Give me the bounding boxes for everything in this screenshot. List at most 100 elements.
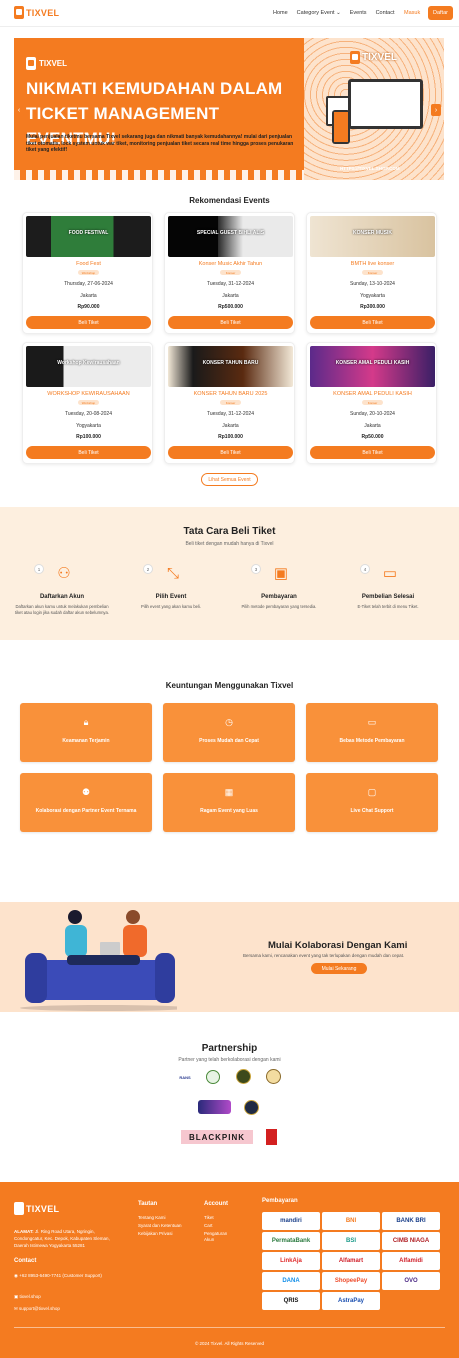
copyright: © 2024 Tixvel. All Rights Reserved [194, 1341, 265, 1346]
benefit-card: ▦ Ragam Event yang Luas [163, 773, 295, 832]
footer-link-terms[interactable]: Syarat dan Ketentuan [138, 1223, 182, 1228]
user-plus-icon: ⚇ [57, 565, 71, 582]
footer: TIXVEL ALAMAT: Jl. Ring Road Utara, Ngri… [0, 1182, 459, 1358]
partnership-title: Partnership [201, 1043, 258, 1054]
footer-link-settings[interactable]: Pengaturan Akun [204, 1231, 234, 1243]
footer-divider [14, 1327, 445, 1328]
footer-brand: TIXVEL [14, 1202, 59, 1215]
buy-ticket-button[interactable]: Beli Tiket [26, 316, 151, 329]
carousel-next-icon[interactable]: › [431, 104, 441, 116]
instagram-text: tixvel.shop [19, 1294, 41, 1299]
event-city: Jakarta [80, 293, 97, 299]
footer-email[interactable]: ✉ support@tixvel.shop [14, 1306, 60, 1312]
tixvel-logo-icon [350, 51, 360, 64]
event-poster[interactable]: KONSER MUSIK [310, 216, 435, 257]
events-section-title: Rekomendasi Events [189, 196, 270, 205]
footer-whatsapp[interactable]: ◉ +62 8953-6490-7741 (Customer Support) [14, 1272, 124, 1279]
footer-link-cart[interactable]: Cart [204, 1223, 213, 1228]
category-badge: Workshop [78, 270, 99, 275]
credit-card-icon: ▭ [367, 717, 377, 727]
see-all-events-button[interactable]: Lihat Semua Event [201, 473, 258, 486]
event-name[interactable]: KONSER TAHUN BARU 2025 [165, 391, 296, 397]
payment-logo-astrapay: AstraPay [322, 1292, 380, 1310]
event-poster[interactable]: Workshop Kewirausahaan [26, 346, 151, 387]
account-title: Account [204, 1201, 228, 1207]
payment-logo-linkaja: LinkAja [262, 1252, 320, 1270]
step-description: Pilih metode pembayaran yang tersedia. [241, 604, 317, 609]
event-card-konser-akhir-tahun[interactable]: SPECIAL GUEST BIHLI ALIS Konser Music Ak… [164, 212, 295, 334]
calendar-icon: ▦ [224, 787, 234, 797]
start-now-button[interactable]: Mulai Sekarang [311, 963, 367, 974]
event-poster[interactable]: FOOD FESTIVAL [26, 216, 151, 257]
hero-brand-name: TIXVEL [39, 59, 68, 68]
event-name[interactable]: BMTH live konser [307, 261, 438, 267]
money-icon: ▣ [273, 565, 289, 582]
event-poster-text: KONSER MUSIK [353, 230, 392, 236]
category-badge: Konser [362, 400, 383, 405]
benefit-card: 🔒︎ Keamanan Terjamin [20, 703, 152, 762]
nav-home[interactable]: Home [273, 10, 288, 16]
buy-ticket-button[interactable]: Beli Tiket [168, 446, 293, 459]
partner-red-logo [266, 1129, 277, 1145]
payment-logo-qris: QRIS [262, 1292, 320, 1310]
payment-logo-shopeepay: ShopeePay [322, 1272, 380, 1290]
nav-events[interactable]: Events [350, 10, 367, 16]
footer-instagram[interactable]: ▣ tixvel.shop [14, 1294, 41, 1300]
carousel-prev-icon[interactable]: ‹ [14, 104, 24, 116]
buy-ticket-button[interactable]: Beli Tiket [310, 316, 435, 329]
event-name[interactable]: KONSER AMAL PEDULI KASIH [307, 391, 438, 397]
footer-link-privacy[interactable]: Kebijakan Privasi [138, 1231, 173, 1236]
collab-title: Mulai Kolaborasi Dengan Kami [268, 940, 408, 951]
laptop-illustration [348, 79, 423, 129]
event-price: Rp500.000 [218, 304, 243, 310]
payment-logo-ovo: OVO [382, 1272, 440, 1290]
event-poster-text: Workshop Kewirausahaan [57, 360, 120, 366]
event-poster[interactable]: SPECIAL GUEST BIHLI ALIS [168, 216, 293, 257]
payment-title: Pembayaran [262, 1198, 298, 1204]
benefit-card: ⚉ Kolaborasi dengan Partner Event Ternam… [20, 773, 152, 832]
event-card-food-fest[interactable]: FOOD FESTIVAL Food Fest Workshop Thursda… [22, 212, 153, 334]
event-price: Rp50.000 [361, 434, 384, 440]
event-card-workshop[interactable]: Workshop Kewirausahaan WORKSHOP KEWIRAUS… [22, 342, 153, 464]
footer-link-about[interactable]: Tentang Kami [138, 1215, 166, 1220]
nav-category-label: Category Event [296, 10, 335, 16]
benefit-label: Bebas Metode Pembayaran [339, 738, 405, 744]
footer-link-ticket[interactable]: Tiket [204, 1215, 214, 1220]
event-poster[interactable]: KONSER AMAL PEDULI KASIH [310, 346, 435, 387]
event-card-bmth[interactable]: KONSER MUSIK BMTH live konser Konser Sun… [306, 212, 437, 334]
buy-ticket-button[interactable]: Beli Tiket [168, 316, 293, 329]
address-label: ALAMAT: [14, 1229, 34, 1234]
event-price: Rp100.000 [218, 434, 243, 440]
event-poster[interactable]: KONSER TAHUN BARU [168, 346, 293, 387]
hero-url: HTTPS://TIXVEL.SHOP.COM [340, 166, 400, 171]
event-name[interactable]: Konser Music Akhir Tahun [165, 261, 296, 267]
payment-logo-bank-bri: BANK BRI [382, 1212, 440, 1230]
event-card-konser-amal[interactable]: KONSER AMAL PEDULI KASIH KONSER AMAL PED… [306, 342, 437, 464]
email-icon: ✉ [14, 1306, 18, 1311]
chevron-down-icon: ⌄ [336, 10, 341, 16]
brand-logo[interactable]: TIXVEL [14, 6, 59, 19]
register-button[interactable]: Daftar [428, 6, 453, 20]
step-description: Pilih event yang akan kamu beli. [140, 604, 202, 609]
collapse-arrows-icon: ⤡ [166, 565, 179, 582]
nav-category-event[interactable]: Category Event ⌄ [297, 10, 341, 16]
event-name[interactable]: WORKSHOP KEWIRAUSAHAAN [23, 391, 154, 397]
hero-title-line1: NIKMATI KEMUDAHAN DALAM [26, 79, 283, 98]
buy-ticket-button[interactable]: Beli Tiket [26, 446, 151, 459]
category-badge: Konser [362, 270, 383, 275]
benefit-card: ▢ Live Chat Support [306, 773, 438, 832]
event-card-tahun-baru[interactable]: KONSER TAHUN BARU KONSER TAHUN BARU 2025… [164, 342, 295, 464]
event-date: Tuesday, 20-08-2024 [65, 411, 112, 417]
payment-logo-permatabank: PermataBank [262, 1232, 320, 1250]
benefit-label: Ragam Event yang Luas [200, 808, 258, 814]
email-text: support@tixvel.shop [19, 1306, 60, 1311]
event-date: Tuesday, 31-12-2024 [207, 411, 254, 417]
event-name[interactable]: Food Fest [23, 261, 154, 267]
benefit-label: Proses Mudah dan Cepat [199, 738, 259, 744]
event-city: Yogyakarta [76, 423, 101, 429]
login-link[interactable]: Masuk [404, 10, 420, 16]
phone-illustration [332, 110, 350, 144]
nav-contact[interactable]: Contact [376, 10, 395, 16]
buy-ticket-button[interactable]: Beli Tiket [310, 446, 435, 459]
event-price: Rp100.000 [76, 434, 101, 440]
